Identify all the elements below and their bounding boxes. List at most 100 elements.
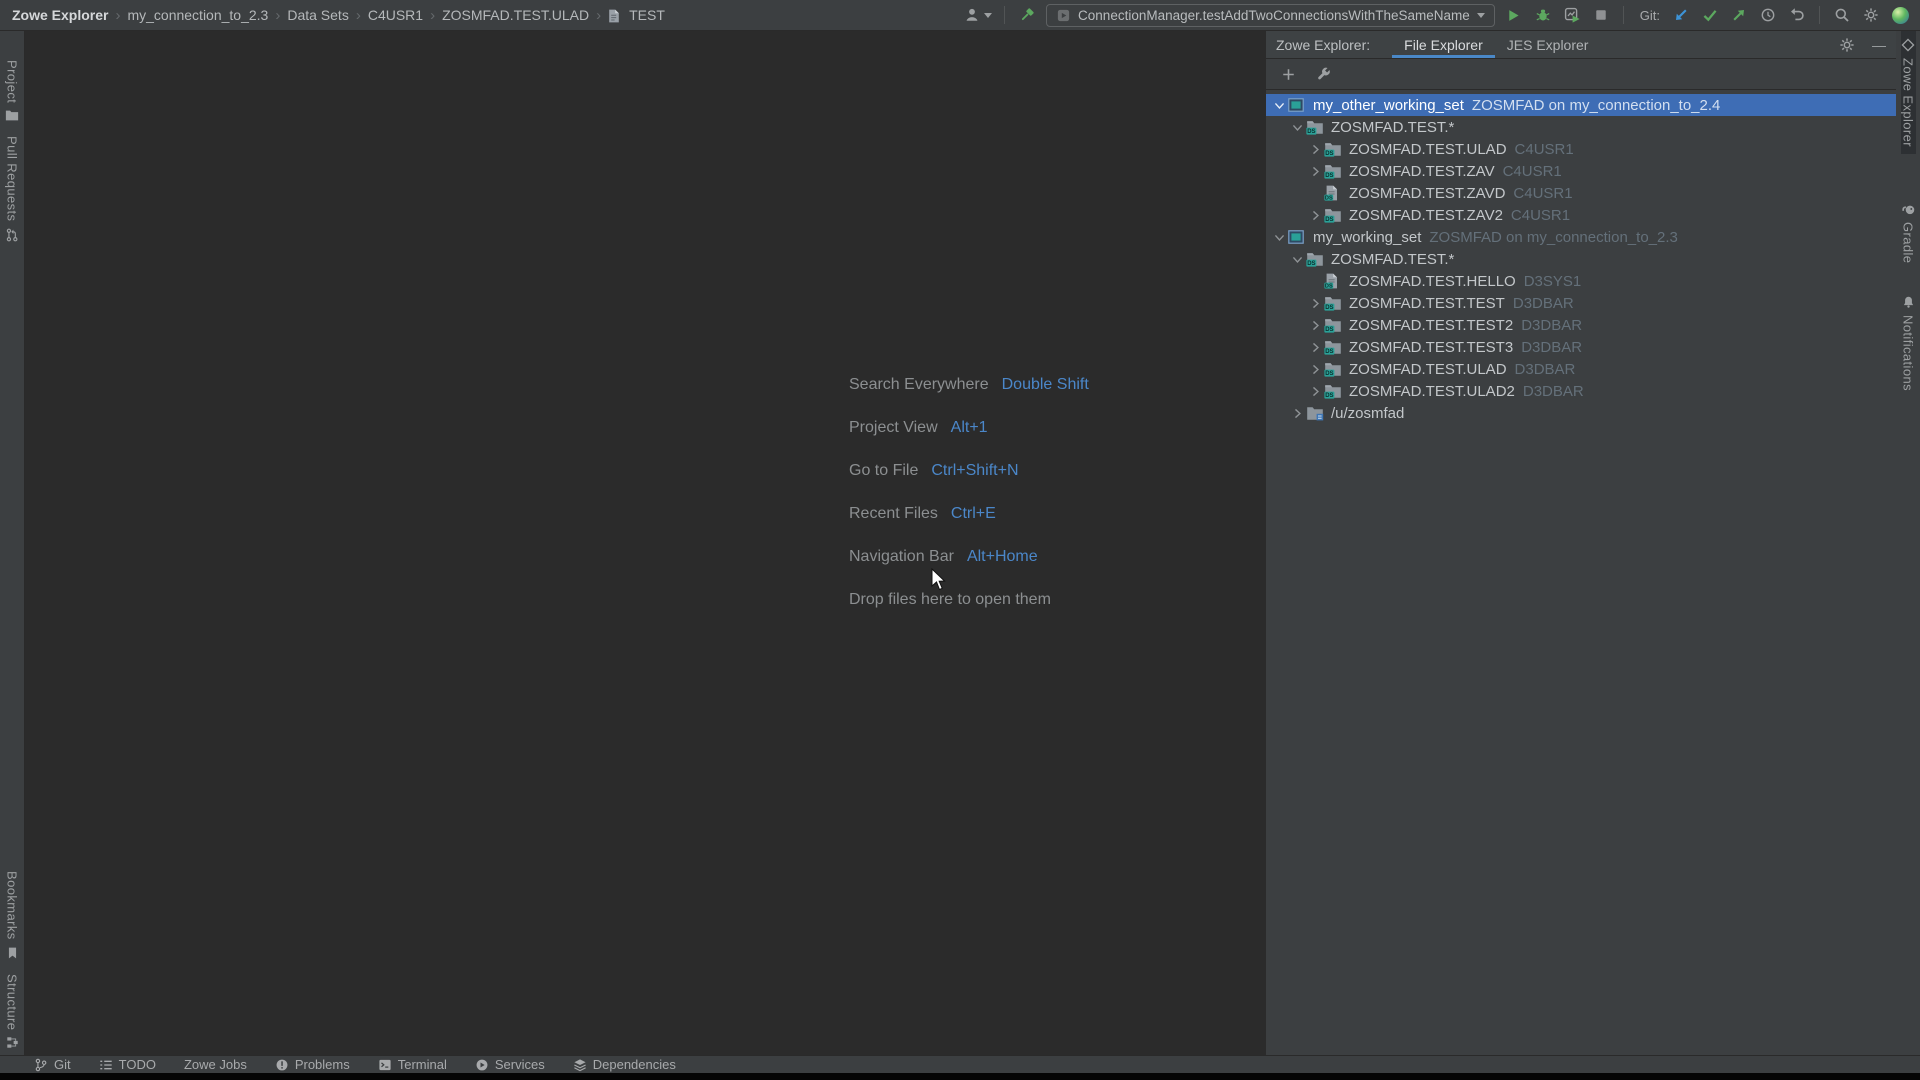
statusbar-item-git[interactable]: Git xyxy=(34,1057,71,1072)
todo-icon xyxy=(99,1058,113,1072)
tree-row-zosmfad-test-ulad2[interactable]: DSZOSMFAD.TEST.ULAD2D3DBAR xyxy=(1266,380,1896,402)
history-icon[interactable] xyxy=(1758,5,1778,25)
tree-row-my-other-working-set[interactable]: my_other_working_setZOSMFAD on my_connec… xyxy=(1266,94,1896,116)
breadcrumb-item-0[interactable]: Zowe Explorer xyxy=(12,7,108,23)
tab-file-explorer[interactable]: File Explorer xyxy=(1392,31,1495,58)
wrench-icon[interactable] xyxy=(1313,64,1333,84)
tree-row-my-working-set[interactable]: my_working_setZOSMFAD on my_connection_t… xyxy=(1266,226,1896,248)
bell-icon xyxy=(1902,295,1915,309)
chevron-down-icon[interactable] xyxy=(1270,231,1288,244)
tree-row-zosmfad-test-zav2[interactable]: DSZOSMFAD.TEST.ZAV2C4USR1 xyxy=(1266,204,1896,226)
svg-text:DS: DS xyxy=(1325,151,1333,157)
ds-folder-icon: DS xyxy=(1324,296,1344,311)
tree-node-qualifier: D3DBAR xyxy=(1513,295,1574,312)
stop-icon[interactable] xyxy=(1591,5,1611,25)
git-commit-icon[interactable] xyxy=(1700,5,1720,25)
tree-node-name: ZOSMFAD.TEST.* xyxy=(1331,119,1454,136)
working-set-icon xyxy=(1288,98,1308,112)
breadcrumb-item-3[interactable]: C4USR1 xyxy=(368,7,423,23)
chevron-right-icon[interactable] xyxy=(1306,143,1324,156)
chevron-right-icon[interactable] xyxy=(1306,319,1324,332)
statusbar-item-services[interactable]: Services xyxy=(475,1057,545,1072)
statusbar-item-todo[interactable]: TODO xyxy=(99,1057,156,1072)
add-icon[interactable] xyxy=(1278,64,1298,84)
tree-row-zosmfad-test-[interactable]: DS ZOSMFAD.TEST.* xyxy=(1266,116,1896,138)
tree-node-qualifier: C4USR1 xyxy=(1515,141,1574,158)
tool-window-button-gradle[interactable]: Gradle xyxy=(1901,196,1916,270)
panel-minimize-icon[interactable]: — xyxy=(1872,40,1886,50)
chevron-right-icon[interactable] xyxy=(1288,407,1306,420)
debug-icon[interactable] xyxy=(1533,5,1553,25)
hint-action-label: Go to File xyxy=(849,462,918,480)
chevron-right-icon[interactable] xyxy=(1306,363,1324,376)
profiler-icon[interactable] xyxy=(1562,5,1582,25)
panel-settings-icon[interactable] xyxy=(1837,35,1857,55)
sphere-icon[interactable] xyxy=(1890,5,1910,25)
tree-row-zosmfad-test-test2[interactable]: DSZOSMFAD.TEST.TEST2D3DBAR xyxy=(1266,314,1896,336)
tool-window-button-notifications[interactable]: Notifications xyxy=(1901,288,1916,398)
chevron-down-icon xyxy=(984,13,992,18)
toolbar-divider xyxy=(1004,6,1005,24)
tool-window-button-structure[interactable]: Structure xyxy=(5,967,20,1056)
build-hammer-icon[interactable] xyxy=(1017,5,1037,25)
keymap-hints: Search EverywhereDouble ShiftProject Vie… xyxy=(849,363,1089,621)
run-configuration-select[interactable]: ConnectionManager.testAddTwoConnectionsW… xyxy=(1046,4,1495,27)
collaborators-control[interactable] xyxy=(962,5,992,25)
tree-row-zosmfad-test-ulad[interactable]: DSZOSMFAD.TEST.ULADC4USR1 xyxy=(1266,138,1896,160)
git-update-icon[interactable] xyxy=(1671,5,1691,25)
top-toolbar: Zowe Explorer › my_connection_to_2.3 › Data … xyxy=(0,0,1920,31)
svg-text:DS: DS xyxy=(1325,349,1333,355)
chevron-right-icon[interactable] xyxy=(1306,165,1324,178)
svg-text:DS: DS xyxy=(1307,261,1315,267)
statusbar-item-terminal[interactable]: Terminal xyxy=(378,1057,447,1072)
svg-text:DS: DS xyxy=(1325,305,1333,311)
tree-row-zosmfad-test-zav[interactable]: DSZOSMFAD.TEST.ZAVC4USR1 xyxy=(1266,160,1896,182)
tree-row-zosmfad-test-zavd[interactable]: DSZOSMFAD.TEST.ZAVDC4USR1 xyxy=(1266,182,1896,204)
ds-file-icon: DS xyxy=(1324,273,1344,289)
tree-node-qualifier: ZOSMFAD on my_connection_to_2.3 xyxy=(1429,229,1677,246)
chevron-down-icon[interactable] xyxy=(1270,99,1288,112)
tree-node-name: ZOSMFAD.TEST.ZAVD xyxy=(1349,185,1505,202)
tab-jes-explorer[interactable]: JES Explorer xyxy=(1495,31,1601,58)
tool-window-button-zowe-explorer[interactable]: Zowe Explorer xyxy=(1901,31,1916,154)
breadcrumb-separator: › xyxy=(275,7,280,24)
statusbar-item-problems[interactable]: Problems xyxy=(275,1057,350,1072)
chevron-right-icon[interactable] xyxy=(1306,341,1324,354)
chevron-right-icon[interactable] xyxy=(1306,385,1324,398)
tree-node-name: ZOSMFAD.TEST.HELLO xyxy=(1349,273,1516,290)
tree-row-zosmfad-test-[interactable]: DSZOSMFAD.TEST.* xyxy=(1266,248,1896,270)
tree-node-name: /u/zosmfad xyxy=(1331,405,1404,422)
git-push-icon[interactable] xyxy=(1729,5,1749,25)
tree-row--u-zosmfad[interactable]: /u/zosmfad xyxy=(1266,402,1896,424)
tree-row-zosmfad-test-hello[interactable]: DSZOSMFAD.TEST.HELLOD3SYS1 xyxy=(1266,270,1896,292)
breadcrumb-item-2[interactable]: Data Sets xyxy=(287,7,348,23)
chevron-down-icon[interactable] xyxy=(1288,121,1306,134)
svg-text:DS: DS xyxy=(1307,129,1315,135)
breadcrumb-item-1[interactable]: my_connection_to_2.3 xyxy=(127,7,268,23)
chevron-right-icon[interactable] xyxy=(1306,297,1324,310)
breadcrumb-item-5[interactable]: TEST xyxy=(629,7,665,23)
run-icon[interactable] xyxy=(1504,5,1524,25)
tool-window-button-project[interactable]: Project xyxy=(5,53,20,129)
breadcrumb-item-4[interactable]: ZOSMFAD.TEST.ULAD xyxy=(442,7,589,23)
ds-folder-icon: DS xyxy=(1324,340,1344,355)
chevron-down-icon[interactable] xyxy=(1288,253,1306,266)
tree-row-zosmfad-test-ulad[interactable]: DSZOSMFAD.TEST.ULADD3DBAR xyxy=(1266,358,1896,380)
tree-row-zosmfad-test-test[interactable]: DSZOSMFAD.TEST.TESTD3DBAR xyxy=(1266,292,1896,314)
chevron-right-icon[interactable] xyxy=(1306,209,1324,222)
statusbar-item-zowe-jobs[interactable]: Zowe Jobs xyxy=(184,1057,247,1072)
tool-window-button-pull-requests[interactable]: Pull Requests xyxy=(5,129,20,248)
search-icon[interactable] xyxy=(1832,5,1852,25)
statusbar-item-dependencies[interactable]: Dependencies xyxy=(573,1057,676,1072)
svg-text:DS: DS xyxy=(1325,283,1333,289)
settings-icon[interactable] xyxy=(1861,5,1881,25)
hint-shortcut-keys: Double Shift xyxy=(1002,376,1089,394)
tree-row-zosmfad-test-test3[interactable]: DSZOSMFAD.TEST.TEST3D3DBAR xyxy=(1266,336,1896,358)
svg-text:DS: DS xyxy=(1325,173,1333,179)
rollback-icon[interactable] xyxy=(1787,5,1807,25)
statusbar-item-label: Zowe Jobs xyxy=(184,1057,247,1072)
tool-window-button-bookmarks[interactable]: Bookmarks xyxy=(5,864,20,967)
svg-text:DS: DS xyxy=(1325,195,1333,201)
svg-text:DS: DS xyxy=(1325,217,1333,223)
breadcrumb-separator: › xyxy=(430,7,435,24)
